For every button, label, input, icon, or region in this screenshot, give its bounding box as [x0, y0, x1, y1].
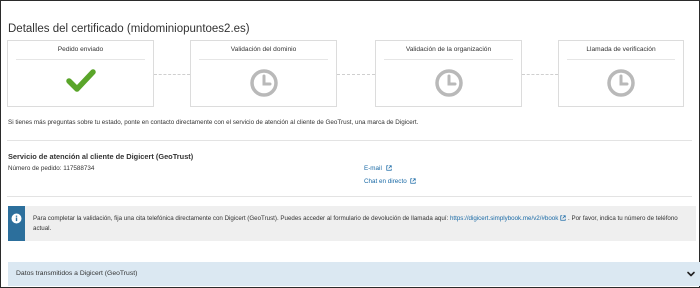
step-label: Validación del dominio: [230, 46, 297, 53]
step-pedido-enviado: Pedido enviado: [7, 40, 154, 107]
step-divider: [16, 59, 145, 60]
external-link-icon: [410, 178, 417, 184]
divider: [7, 140, 692, 141]
transmitted-data-accordion[interactable]: Datos transmitidos a Digicert (GeoTrust): [8, 262, 700, 286]
page-title: Detalles del certificado (midominiopunto…: [8, 23, 250, 35]
divider: [7, 196, 692, 197]
clock-icon: [559, 68, 683, 100]
accordion-label: Datos transmitidos a Digicert (GeoTrust): [16, 270, 138, 277]
order-number: Número de pedido: 117588734: [8, 165, 95, 172]
step-divider: [384, 59, 513, 60]
clock-icon: [376, 68, 521, 100]
step-divider: [567, 59, 675, 60]
info-text-before: Para completar la validación, fija una c…: [33, 215, 450, 222]
live-chat-link-label: Chat en directo: [364, 178, 407, 185]
external-link-icon: [385, 165, 392, 171]
step-label: Pedido enviado: [57, 46, 104, 53]
info-text: Para completar la validación, fija una c…: [33, 214, 683, 234]
chevron-down-icon: [687, 271, 695, 277]
contact-note: Si tienes más preguntas sobre tu estado,…: [8, 119, 419, 126]
step-validacion-organizacion: Validación de la organización: [375, 40, 522, 107]
info-icon: [11, 213, 22, 224]
step-connector: [337, 74, 375, 75]
step-llamada-verificacion: Llamada de verificación: [558, 40, 684, 107]
step-connector: [522, 74, 558, 75]
info-alert: Para completar la validación, fija una c…: [8, 206, 696, 241]
email-link-label: E-mail: [364, 165, 382, 172]
callback-form-link-label: https://digicert.simplybook.me/v2/#book: [449, 215, 559, 222]
step-validacion-dominio: Validación del dominio: [190, 40, 337, 107]
step-divider: [199, 59, 328, 60]
step-connector: [154, 74, 190, 75]
support-section-title: Servicio de atención al cliente de Digic…: [8, 152, 194, 161]
live-chat-link[interactable]: Chat en directo: [364, 178, 417, 185]
callback-form-link[interactable]: https://digicert.simplybook.me/v2/#book: [450, 215, 566, 222]
clock-icon: [191, 68, 336, 100]
check-icon: [8, 68, 153, 100]
info-strip: [8, 206, 25, 241]
email-link[interactable]: E-mail: [364, 165, 392, 172]
step-label: Llamada de verificación: [586, 46, 656, 53]
step-label: Validación de la organización: [405, 46, 492, 53]
